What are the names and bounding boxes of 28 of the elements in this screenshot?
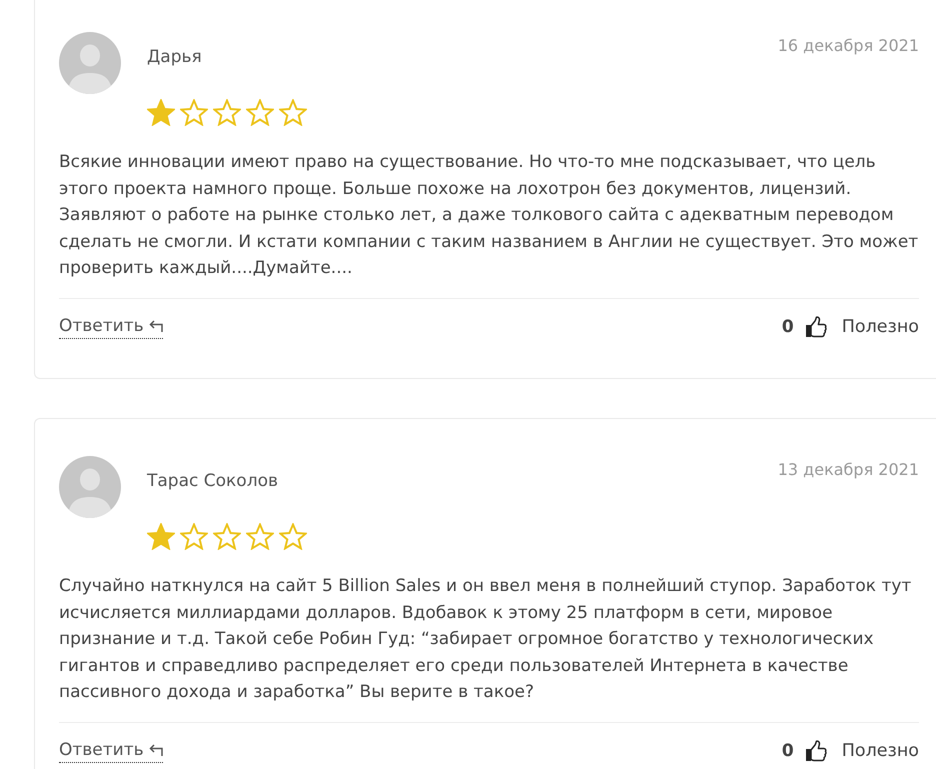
star-icon (279, 523, 307, 550)
helpful-label: Полезно (842, 316, 919, 338)
author-name: Тарас Соколов (147, 470, 278, 492)
star-icon (147, 99, 175, 126)
star-icon (180, 523, 208, 550)
star-icon (213, 99, 241, 126)
helpful-count: 0 (782, 740, 794, 762)
helpful-count: 0 (782, 316, 794, 338)
thumbs-up-icon[interactable] (804, 316, 827, 338)
star-icon (246, 99, 274, 126)
reply-arrow-icon (148, 320, 163, 332)
helpful-label: Полезно (842, 740, 919, 762)
review-text: Случайно наткнулся на сайт 5 Billion Sales и он ввел меня в полнейший ступор. Заработок тут исчисляется миллиардами долларов. Вдобавок к этому 25 платформ в сети, мировое признание и т.д. Такой себе Робин Гуд: “забирает огромное богатство у технологических гигантов и справедливо распределяет его среди пользователей Интернета в качестве пассивного дохода и заработка” Вы верите в такое? (59, 575, 912, 704)
thumbs-up-icon[interactable] (804, 740, 827, 762)
author-name: Дарья (147, 46, 202, 68)
star-icon (213, 523, 241, 550)
star-icon (180, 99, 208, 126)
avatar-icon (59, 32, 121, 94)
reply-link[interactable]: Ответить (59, 314, 163, 338)
review-date: 16 декабря 2021 (778, 35, 919, 57)
avatar-icon (59, 456, 121, 518)
star-icon (279, 99, 307, 126)
star-icon (246, 523, 274, 550)
star-icon (147, 523, 175, 550)
review-date: 13 декабря 2021 (778, 459, 919, 481)
reply-arrow-icon (148, 744, 163, 756)
review-text: Всякие инновации имеют право на существование. Но что-то мне подсказывает, что цель этого проекта намного проще. Больше похоже на лохотрон без документов, лицензий. Заявляют о работе на рынке столько лет, а даже толкового сайта с адекватным переводом сделать не смогли. И кстати компании с таким названием в Англии не существует. Это может проверить каждый....Думайте.... (59, 151, 919, 280)
reply-link[interactable]: Ответить (59, 738, 163, 762)
